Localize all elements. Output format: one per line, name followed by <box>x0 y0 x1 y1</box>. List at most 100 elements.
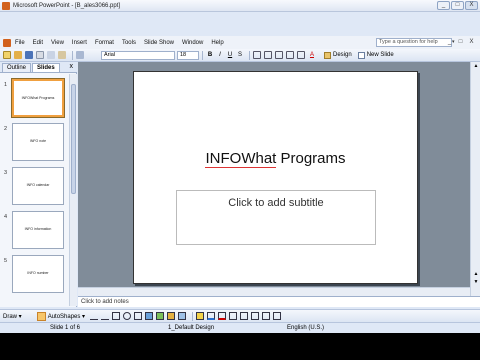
save-icon[interactable] <box>25 51 33 59</box>
slides-pane: Outline Slides x 1 INFOWhat Programs 2 I… <box>0 62 77 307</box>
previous-slide-icon[interactable]: ▲ <box>472 270 480 278</box>
autoshapes-menu[interactable]: AutoShapes ▾ <box>36 311 85 321</box>
rectangle-icon[interactable] <box>112 312 121 320</box>
slide-thumbnail[interactable]: INFO note <box>12 123 64 161</box>
tab-outline[interactable]: Outline <box>2 63 32 72</box>
thumb-number: 4 <box>4 214 8 220</box>
dash-style-icon[interactable] <box>240 312 249 320</box>
align-center-icon[interactable] <box>264 51 272 59</box>
slide-title[interactable]: INFOWhat Programs <box>134 150 417 168</box>
underline-button[interactable]: U <box>226 51 234 60</box>
cut-icon[interactable] <box>47 51 55 59</box>
line-color-icon[interactable] <box>207 312 216 320</box>
design-icon <box>324 51 331 59</box>
fill-color-icon[interactable] <box>196 312 205 320</box>
minimize-button[interactable]: _ <box>437 1 450 10</box>
menu-window[interactable]: Window <box>182 40 203 46</box>
arrow-style-icon[interactable] <box>251 312 260 320</box>
font-color-button[interactable]: A <box>308 51 316 60</box>
paste-icon[interactable] <box>58 51 66 59</box>
menu-format[interactable]: Format <box>95 40 114 46</box>
notes-pane[interactable]: Click to add notes <box>78 296 480 307</box>
design-button[interactable]: Design <box>324 51 352 59</box>
text-box-icon[interactable] <box>134 312 143 320</box>
wordart-icon[interactable] <box>145 312 154 320</box>
arrow-icon[interactable] <box>101 312 110 320</box>
font-color-icon[interactable] <box>218 312 227 320</box>
scroll-up-icon[interactable]: ▲ <box>472 62 480 70</box>
maximize-button[interactable]: □ <box>451 1 464 10</box>
align-right-icon[interactable] <box>275 51 283 59</box>
doc-close-button[interactable]: X <box>467 38 476 47</box>
scrollbar-thumb[interactable] <box>71 84 76 194</box>
align-left-icon[interactable] <box>253 51 261 59</box>
vertical-scrollbar[interactable]: ▲ ▲ ▼ <box>470 62 480 296</box>
open-icon[interactable] <box>14 51 22 59</box>
3d-style-icon[interactable] <box>273 312 282 320</box>
slide-thumbnail[interactable]: INFOWhat Programs <box>11 78 65 118</box>
toolbar-divider <box>192 311 194 321</box>
next-slide-icon[interactable]: ▼ <box>472 278 480 286</box>
status-bar: Slide 1 of 6 1_Default Design English (U… <box>0 322 480 333</box>
new-slide-button[interactable]: New Slide <box>357 51 394 59</box>
pane-tabs: Outline Slides x <box>0 62 77 73</box>
title-rest: Programs <box>276 150 346 167</box>
menu-insert[interactable]: Insert <box>72 40 87 46</box>
menu-slide-show[interactable]: Slide Show <box>144 40 174 46</box>
increase-font-icon[interactable] <box>297 51 305 59</box>
close-pane-icon[interactable]: x <box>70 63 74 70</box>
document-icon[interactable] <box>3 38 11 47</box>
autoshapes-icon <box>36 311 46 321</box>
powerpoint-icon <box>2 1 10 10</box>
menu-tools[interactable]: Tools <box>122 40 136 46</box>
thumb-title: INFO number <box>27 271 49 275</box>
line-icon[interactable] <box>90 312 99 320</box>
title-prefix: INFOWhat <box>205 150 277 168</box>
doc-restore-button[interactable]: □ <box>456 38 465 47</box>
shadow-button[interactable]: S <box>236 51 244 60</box>
font-name-select[interactable]: Arial <box>101 50 175 60</box>
slide-thumbnails: 1 INFOWhat Programs 2 INFO note 3 INFO c… <box>0 74 69 306</box>
slide-thumbnail[interactable]: INFO information <box>12 211 64 249</box>
subtitle-placeholder[interactable]: Click to add subtitle <box>176 190 376 245</box>
new-slide-icon <box>357 51 365 59</box>
status-language: English (U.S.) <box>287 325 325 331</box>
pane-scrollbar[interactable] <box>69 74 77 306</box>
picture-icon[interactable] <box>178 312 187 320</box>
shadow-style-icon[interactable] <box>262 312 271 320</box>
menu-edit[interactable]: Edit <box>33 40 43 46</box>
status-slide-count: Slide 1 of 6 <box>50 325 81 331</box>
font-size-select[interactable]: 18 <box>177 50 199 60</box>
close-button[interactable]: X <box>465 1 478 10</box>
thumb-number: 3 <box>4 170 8 176</box>
thumb-title: INFO calendar <box>26 183 50 187</box>
tab-slides[interactable]: Slides <box>32 63 60 72</box>
toolbar-divider <box>72 50 73 60</box>
menu-help[interactable]: Help <box>211 40 223 46</box>
bullets-icon[interactable] <box>286 51 294 59</box>
italic-button[interactable]: I <box>216 51 224 60</box>
doc-minimize-button[interactable]: _ <box>445 38 454 47</box>
window-title: Microsoft PowerPoint - [B_ales3066.ppt] <box>13 2 121 9</box>
slide-thumbnail[interactable]: INFO calendar <box>12 167 64 205</box>
help-search-input[interactable]: Type a question for help <box>376 38 452 47</box>
current-slide[interactable]: INFOWhat Programs Click to add subtitle <box>133 71 418 284</box>
bold-button[interactable]: B <box>206 51 214 60</box>
undo-icon[interactable] <box>76 51 84 59</box>
new-icon[interactable] <box>3 51 11 59</box>
print-icon[interactable] <box>36 51 44 59</box>
title-bar: Microsoft PowerPoint - [B_ales3066.ppt] … <box>0 0 480 12</box>
powerpoint-window: Microsoft PowerPoint - [B_ales3066.ppt] … <box>0 0 480 360</box>
menu-file[interactable]: File <box>15 40 25 46</box>
oval-icon[interactable] <box>123 312 132 320</box>
select-pointer-icon[interactable] <box>26 312 34 320</box>
horizontal-scrollbar[interactable] <box>78 287 470 296</box>
clip-art-icon[interactable] <box>167 312 176 320</box>
thumb-title: INFOWhat Programs <box>21 96 55 100</box>
draw-menu[interactable]: Draw ▾ <box>3 313 22 320</box>
line-style-icon[interactable] <box>229 312 238 320</box>
slide-thumbnail[interactable]: INFO number <box>12 255 64 293</box>
diagram-icon[interactable] <box>156 312 165 320</box>
menu-view[interactable]: View <box>51 40 64 46</box>
thumb-title: INFO information <box>24 227 52 231</box>
